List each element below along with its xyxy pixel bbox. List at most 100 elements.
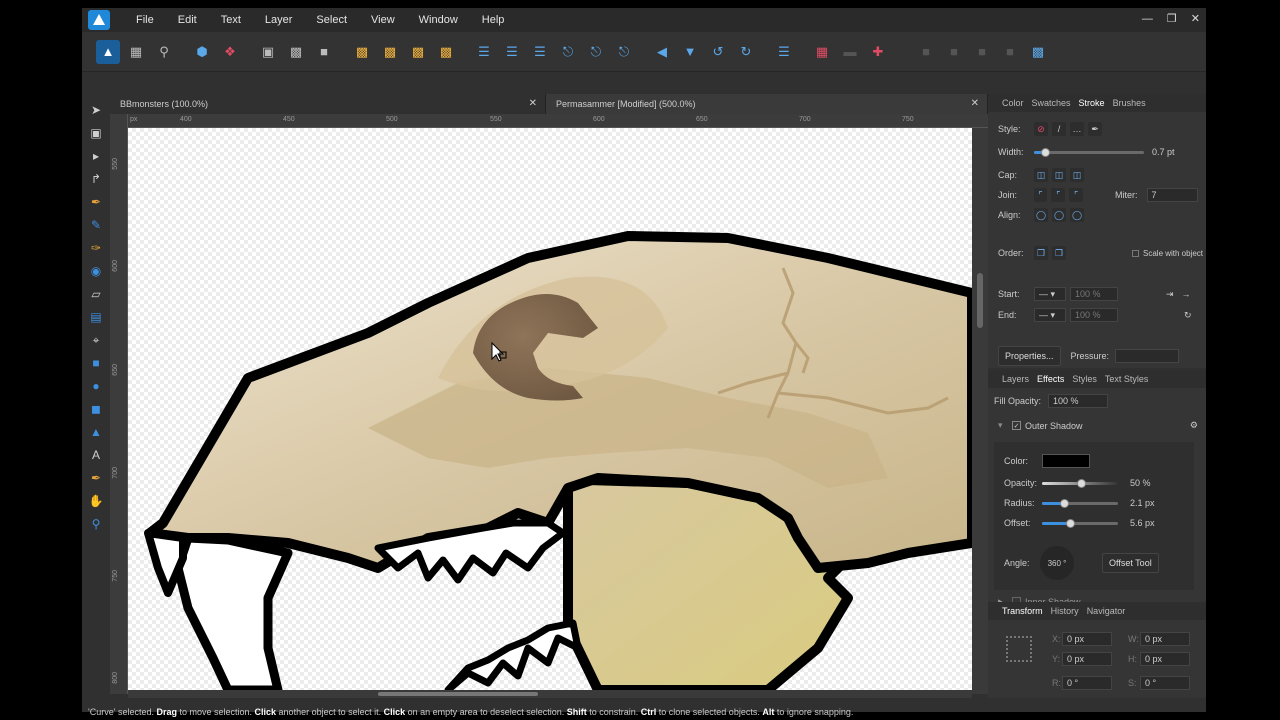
tab-layers[interactable]: Layers: [998, 370, 1033, 388]
h-field[interactable]: 0 px: [1140, 652, 1190, 666]
arrowhead-end-icon[interactable]: →: [1182, 289, 1191, 299]
miter-join-icon[interactable]: ⌜: [1033, 188, 1048, 202]
tab-swatches[interactable]: Swatches: [1028, 94, 1075, 112]
x-field[interactable]: 0 px: [1062, 632, 1112, 646]
width-value[interactable]: 0.7 pt: [1152, 147, 1175, 157]
ellipse-tool-icon[interactable]: ●: [86, 376, 106, 396]
anchor-point-grid[interactable]: [1006, 636, 1032, 662]
arrange-front-icon[interactable]: ▩: [350, 40, 374, 64]
close-tab-icon[interactable]: ✕: [971, 94, 979, 114]
boolean-divide-icon[interactable]: ▩: [1026, 40, 1050, 64]
tab-document-2[interactable]: Permasammer [Modified] (500.0%) ✕: [546, 94, 988, 114]
offset-tool-button[interactable]: Offset Tool: [1102, 553, 1159, 573]
square-cap-icon[interactable]: ◫: [1070, 168, 1084, 182]
w-field[interactable]: 0 px: [1140, 632, 1190, 646]
bevel-join-icon[interactable]: ⌜: [1069, 188, 1083, 202]
align-bottom-icon[interactable]: ⎋: [612, 40, 636, 64]
assistant-icon[interactable]: ⬢: [190, 40, 214, 64]
shear-field[interactable]: 0 °: [1140, 676, 1190, 690]
boolean-xor-icon[interactable]: ■: [998, 40, 1022, 64]
rotate-left-icon[interactable]: ↺: [706, 40, 730, 64]
rotation-field[interactable]: 0 °: [1062, 676, 1112, 690]
tab-stroke[interactable]: Stroke: [1075, 94, 1109, 112]
close-tab-icon[interactable]: ✕: [529, 94, 537, 114]
start-arrowhead-select[interactable]: — ▾: [1034, 287, 1066, 301]
artboard-tool-icon[interactable]: ▣: [86, 123, 106, 143]
tab-text-styles[interactable]: Text Styles: [1101, 370, 1153, 388]
menu-window[interactable]: Window: [407, 8, 470, 32]
tab-brushes[interactable]: Brushes: [1109, 94, 1150, 112]
document-canvas[interactable]: [128, 128, 972, 690]
end-arrowhead-select[interactable]: — ▾: [1034, 308, 1066, 322]
tab-document-1[interactable]: BBmonsters (100.0%) ✕: [110, 94, 546, 114]
maximize-icon[interactable]: ❐: [1167, 8, 1177, 30]
properties-button[interactable]: Properties...: [998, 346, 1061, 366]
move-tool-icon[interactable]: ➤: [86, 100, 106, 120]
effect-settings-gear-icon[interactable]: ⚙: [1190, 420, 1198, 431]
opacity-slider-knob[interactable]: [1076, 478, 1086, 488]
outer-shadow-checkbox[interactable]: ✓: [1012, 421, 1021, 430]
menu-text[interactable]: Text: [209, 8, 253, 32]
transparency-tool-icon[interactable]: ▱: [86, 284, 106, 304]
texture-line-icon[interactable]: ✒: [1088, 122, 1102, 136]
radius-value[interactable]: 2.1 px: [1130, 498, 1155, 508]
round-cap-icon[interactable]: ◫: [1052, 168, 1066, 182]
align-inside-icon[interactable]: ◯: [1034, 208, 1048, 222]
fill-tool-icon[interactable]: ◉: [86, 261, 106, 281]
boolean-intersect-icon[interactable]: ■: [970, 40, 994, 64]
width-slider-knob[interactable]: [1040, 147, 1050, 157]
flip-vertical-icon[interactable]: ▼: [678, 40, 702, 64]
eraser-icon[interactable]: ✚: [866, 40, 890, 64]
canvas-horizontal-scrollbar[interactable]: [128, 690, 972, 698]
boolean-add-icon[interactable]: ■: [914, 40, 938, 64]
grid-icon[interactable]: ▣: [256, 40, 280, 64]
menu-edit[interactable]: Edit: [166, 8, 209, 32]
distribute-icon[interactable]: ☰: [772, 40, 796, 64]
align-outside-icon[interactable]: ◯: [1070, 208, 1084, 222]
fill-opacity-field[interactable]: 100 %: [1048, 394, 1108, 408]
radius-slider[interactable]: [1042, 498, 1118, 508]
text-tool-icon[interactable]: A: [86, 445, 106, 465]
node-tool-icon[interactable]: ▸: [86, 146, 106, 166]
shape-tool-icon[interactable]: ▲: [86, 422, 106, 442]
mesh-icon[interactable]: ▦: [810, 40, 834, 64]
opacity-value[interactable]: 50 %: [1130, 478, 1151, 488]
lower-teeth-row[interactable]: [444, 619, 582, 690]
start-scale-field[interactable]: 100 %: [1070, 287, 1118, 301]
menu-select[interactable]: Select: [304, 8, 359, 32]
tab-navigator[interactable]: Navigator: [1083, 602, 1130, 620]
crop-tool-icon[interactable]: ⌖: [86, 330, 106, 350]
canine-tooth-shape[interactable]: [173, 533, 293, 690]
arrange-forward-icon[interactable]: ▩: [378, 40, 402, 64]
pixel-persona-icon[interactable]: ▦: [124, 40, 148, 64]
dashed-line-icon[interactable]: …: [1070, 122, 1084, 136]
offset-slider[interactable]: [1042, 518, 1118, 528]
shadow-color-swatch[interactable]: [1042, 454, 1090, 468]
transform-icon[interactable]: ■: [312, 40, 336, 64]
minimize-icon[interactable]: —: [1142, 8, 1153, 30]
rounded-rect-tool-icon[interactable]: ◼: [86, 399, 106, 419]
isolate-icon[interactable]: ▩: [284, 40, 308, 64]
scroll-thumb[interactable]: [977, 273, 983, 328]
radius-slider-knob[interactable]: [1060, 498, 1070, 508]
arrange-backward-icon[interactable]: ▩: [406, 40, 430, 64]
menu-help[interactable]: Help: [470, 8, 517, 32]
butt-cap-icon[interactable]: ◫: [1034, 168, 1048, 182]
opacity-slider[interactable]: [1042, 478, 1118, 488]
arrange-back-icon[interactable]: ▩: [434, 40, 458, 64]
angle-dial[interactable]: 360 °: [1040, 546, 1074, 580]
tab-styles[interactable]: Styles: [1068, 370, 1101, 388]
swap-arrowheads-icon[interactable]: ⇥: [1166, 289, 1174, 300]
width-slider[interactable]: [1034, 147, 1144, 157]
tab-effects[interactable]: Effects: [1033, 370, 1068, 388]
menu-layer[interactable]: Layer: [253, 8, 305, 32]
align-center-stroke-icon[interactable]: ◯: [1052, 208, 1066, 222]
tab-history[interactable]: History: [1047, 602, 1083, 620]
stroke-front-icon[interactable]: ❐: [1052, 246, 1066, 260]
corner-tool-icon[interactable]: ↱: [86, 169, 106, 189]
menu-view[interactable]: View: [359, 8, 407, 32]
pencil-tool-icon[interactable]: ✎: [86, 215, 106, 235]
tab-color[interactable]: Color: [998, 94, 1028, 112]
y-field[interactable]: 0 px: [1062, 652, 1112, 666]
rotate-right-icon[interactable]: ↻: [734, 40, 758, 64]
